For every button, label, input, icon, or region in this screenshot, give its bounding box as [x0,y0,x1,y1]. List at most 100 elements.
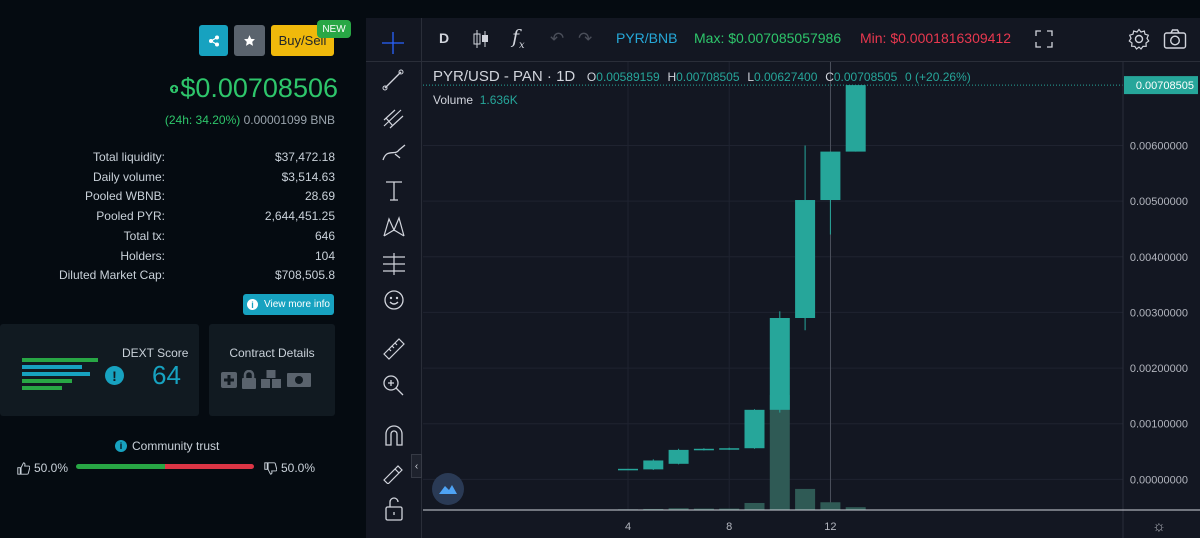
candle-body [795,200,816,318]
stat-row: Daily volume: $3,514.63 [0,170,352,188]
contract-details-card[interactable]: Contract Details [209,324,335,416]
trust-up-pct: 50.0% [34,461,69,475]
volume-bar [820,502,841,510]
chart-widget: D fx ↶ ↷ PYR/BNB Max: $0.007085057986 Mi… [366,18,1200,538]
stat-label: Total tx: [123,228,165,243]
x-tick-label: 12 [824,521,836,533]
stat-row: Holders: 104 [0,249,352,267]
stat-label: Total liquidity: [92,150,165,164]
stat-row: Pooled WBNB: 28.69 [0,189,352,207]
favorite-button[interactable] [234,25,265,56]
view-more-label: View more info [264,299,330,310]
stat-value: 28.69 [304,189,335,204]
y-tick-label: 0.00100000 [1130,419,1188,431]
tradingview-logo-icon [439,485,457,494]
symbol-label: PYR/USD - PAN · 1D [433,68,576,85]
candle-body [820,151,841,201]
open-value: 0.00589159 [596,70,660,84]
dext-score-title: DEXT Score [122,346,189,360]
candle-body [643,460,664,470]
trust-down-pct: 50.0% [281,461,316,475]
volume-label: Volume [433,93,474,107]
stat-value: $37,472.18 [274,150,335,164]
high-value: 0.00708505 [676,70,740,84]
price-change: (24h: 34.20%) 0.00001099 BNB [165,113,335,127]
thumbs-up-icon [17,461,30,475]
change-24h: (24h: 34.20%) [164,113,241,127]
stat-value: 646 [314,228,335,243]
stat-value: 104 [314,248,335,263]
open-key: O [586,70,597,84]
arrow-up-circle-icon [170,84,179,93]
stat-row: Pooled PYR: 2,644,451.25 [0,209,352,227]
stat-label: Daily volume: [92,169,165,184]
thumbs-down-icon [264,461,277,475]
stat-value: 2,644,451.25 [264,209,335,224]
stat-label: Holders: [120,248,165,263]
new-badge: NEW [317,20,351,38]
y-tick-label: 0.00000000 [1130,474,1188,486]
token-price: $0.00708506 [170,73,338,104]
page: Buy/Sell NEW $0.00708506 (24h: 34.20%) 0… [0,0,1200,538]
y-tick-label: 0.00600000 [1130,140,1188,152]
volume-bar [744,502,765,510]
view-more-info-button[interactable]: i View more info [243,294,334,315]
stat-row: Total tx: 646 [0,229,352,247]
volume-value: 1.636K [479,93,518,107]
price-value: $0.00708506 [180,73,338,103]
star-icon [244,35,255,46]
candle-body [668,449,689,464]
dext-bars-icon [22,358,98,390]
low-key: L [747,70,754,84]
stat-label: Pooled PYR: [96,209,165,224]
change-value: 0 (+20.26%) [905,70,971,84]
plus-box-icon [221,372,237,388]
thumbs-up-vote[interactable]: 50.0% [17,461,68,475]
volume-bar [795,488,816,510]
info-icon: i [115,440,127,452]
community-trust-label: Community trust [132,439,220,453]
candle-body [618,468,638,471]
candle-body [845,85,866,152]
alert-icon: ! [105,366,124,385]
trust-bar-positive [76,464,165,469]
y-tick-label: 0.00300000 [1130,307,1188,319]
contract-details-title: Contract Details [229,346,315,360]
tradingview-logo[interactable] [432,473,464,505]
y-tick-label: 0.00500000 [1130,196,1188,208]
chart-legend: PYR/USD - PAN · 1D O0.00589159 H0.007085… [433,68,971,85]
money-bill-icon [287,373,311,387]
candle-body [693,448,714,451]
stat-value: $3,514.63 [281,169,335,184]
cubes-icon [261,370,281,388]
stat-row: Diluted Market Cap: $708,505.8 [0,268,352,286]
x-tick-label: 8 [726,521,732,533]
community-trust-title: i Community trust [115,439,219,453]
axis-settings-icon[interactable]: ☼ [1152,518,1166,535]
stat-value: $708,505.8 [274,268,335,283]
close-value: 0.00708505 [833,70,898,84]
candle-body [719,448,740,450]
last-price-label: 0.00708505 [1136,80,1194,92]
stat-label: Diluted Market Cap: [58,268,165,283]
close-key: C [825,70,834,84]
low-value: 0.00627400 [754,70,818,84]
stat-label: Pooled WBNB: [84,189,165,204]
dext-score-card[interactable]: ! DEXT Score 64 [0,324,199,416]
x-tick-label: 4 [625,521,631,533]
y-tick-label: 0.00200000 [1130,363,1188,375]
thumbs-down-vote[interactable]: 50.0% [264,461,315,475]
stat-row: Total liquidity: $37,472.18 [0,150,352,168]
bnb-price: 0.00001099 BNB [243,113,335,127]
lock-icon [242,370,256,389]
trust-bar [76,464,254,469]
share-button[interactable] [199,25,228,56]
token-info-panel: Buy/Sell NEW $0.00708506 (24h: 34.20%) 0… [0,0,352,538]
y-tick-label: 0.00400000 [1130,252,1188,264]
volume-legend: Volume 1.636K [433,93,518,107]
info-icon: i [247,299,259,310]
trust-bar-negative [165,464,254,469]
dext-score-value: 64 [152,360,181,390]
high-key: H [667,70,677,84]
contract-icons [221,370,311,389]
